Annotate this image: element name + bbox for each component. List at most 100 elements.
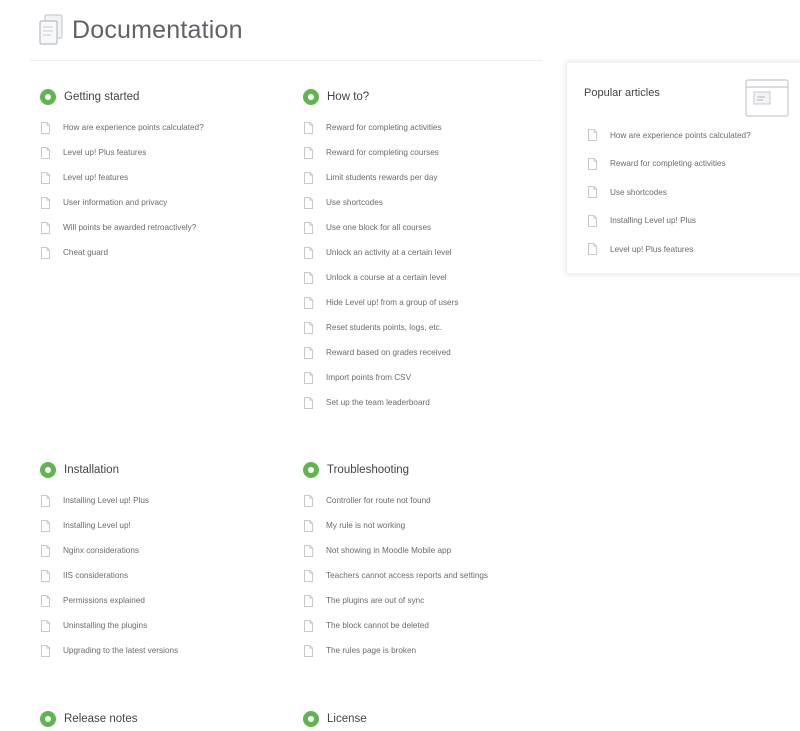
document-icon (304, 519, 314, 532)
document-icon (304, 619, 314, 632)
document-icon (41, 146, 51, 159)
article-link-label: Installing Level up! (63, 521, 131, 530)
getting-started-list: How are experience points calculated? Lev… (40, 115, 204, 265)
article-link[interactable]: Use shortcodes (303, 190, 458, 215)
article-link-label: Hide Level up! from a group of users (326, 298, 459, 307)
article-link[interactable]: Limit students rewards per day (303, 165, 458, 190)
article-link[interactable]: The rules page is broken (303, 638, 488, 663)
article-link[interactable]: Nginx considerations (40, 538, 178, 563)
article-link[interactable]: Use one block for all courses (303, 215, 458, 240)
article-link-label: Upgrading to the latest versions (63, 646, 179, 655)
document-icon (304, 494, 314, 507)
section-badge-icon (303, 462, 319, 478)
page-title: Documentation (72, 15, 243, 44)
article-link[interactable]: Reward for completing activities (303, 115, 458, 140)
article-link[interactable]: The plugins are out of sync (303, 588, 488, 613)
popular-articles-title: Popular articles (584, 87, 660, 99)
section-troubleshooting: Troubleshooting Controller for route not… (303, 460, 488, 663)
document-icon (41, 221, 51, 234)
article-link[interactable]: Use shortcodes (587, 178, 751, 207)
article-link[interactable]: Will points be awarded retroactively? (40, 215, 204, 240)
article-link-label: The block cannot be deleted (326, 621, 429, 630)
document-icon (304, 221, 314, 234)
article-link[interactable]: Set up the team leaderboard (303, 390, 458, 415)
document-icon (304, 644, 314, 657)
article-link-label: Teachers cannot access reports and setti… (326, 571, 489, 580)
article-link-label: Reward for completing activities (326, 123, 442, 132)
article-link[interactable]: Upgrading to the latest versions (40, 638, 178, 663)
article-link[interactable]: Installing Level up! Plus (587, 207, 751, 236)
document-icon (304, 271, 314, 284)
article-link[interactable]: How are experience points calculated? (40, 115, 204, 140)
article-link[interactable]: Hide Level up! from a group of users (303, 290, 458, 315)
article-link-label: Controller for route not found (326, 496, 431, 505)
article-link[interactable]: Permissions explained (40, 588, 178, 613)
article-link[interactable]: Cheat guard (40, 240, 204, 265)
article-link[interactable]: Import points from CSV (303, 365, 458, 390)
document-icon (41, 619, 51, 632)
article-link[interactable]: Unlock a course at a certain level (303, 265, 458, 290)
article-link[interactable]: Installing Level up! (40, 513, 178, 538)
installation-list: Installing Level up! Plus Installing Leve… (40, 488, 178, 663)
article-link-label: Will points be awarded retroactively? (63, 223, 197, 232)
document-icon (304, 396, 314, 409)
article-link[interactable]: Level up! features (40, 165, 204, 190)
section-title-getting-started[interactable]: Getting started (40, 87, 204, 107)
article-link-label: The rules page is broken (326, 646, 417, 655)
document-icon (41, 121, 51, 134)
article-link-label: Reward for completing activities (610, 159, 726, 169)
article-link[interactable]: Teachers cannot access reports and setti… (303, 563, 488, 588)
section-installation: Installation Installing Level up! Plus In… (40, 460, 178, 663)
section-badge-icon (40, 711, 56, 727)
article-link[interactable]: Reward for completing courses (303, 140, 458, 165)
article-link[interactable]: IIS considerations (40, 563, 178, 588)
article-link[interactable]: Level up! Plus features (587, 235, 751, 264)
article-link[interactable]: Uninstalling the plugins (40, 613, 178, 638)
article-link[interactable]: Unlock an activity at a certain level (303, 240, 458, 265)
document-icon (304, 246, 314, 259)
article-link[interactable]: Reward for completing activities (587, 150, 751, 179)
document-icon (588, 129, 598, 142)
section-title-how-to[interactable]: How to? (303, 87, 458, 107)
article-link[interactable]: Controller for route not found (303, 488, 488, 513)
section-title-release-notes[interactable]: Release notes (40, 709, 138, 729)
article-link[interactable]: User information and privacy (40, 190, 204, 215)
article-link-label: My rule is not working (326, 521, 406, 530)
article-link[interactable]: Installing Level up! Plus (40, 488, 178, 513)
popular-articles-panel: Popular articles How are experience poin… (566, 62, 800, 274)
article-link[interactable]: Reset students points, logs, etc. (303, 315, 458, 340)
article-link-label: Set up the team leaderboard (326, 398, 430, 407)
documents-icon (39, 14, 63, 45)
article-link-label: Nginx considerations (63, 546, 140, 555)
article-link-label: User information and privacy (63, 198, 168, 207)
document-icon (304, 321, 314, 334)
article-link-label: Cheat guard (63, 248, 109, 257)
section-title-installation[interactable]: Installation (40, 460, 178, 480)
page-header: Documentation (38, 14, 243, 46)
article-link-label: Reward for completing courses (326, 148, 439, 157)
article-link-label: Use shortcodes (326, 198, 383, 207)
article-link-label: Reset students points, logs, etc. (326, 323, 443, 332)
section-title-troubleshooting[interactable]: Troubleshooting (303, 460, 488, 480)
article-link-label: Import points from CSV (326, 373, 412, 382)
document-icon (41, 246, 51, 259)
article-link-label: Unlock a course at a certain level (326, 273, 447, 282)
section-release-notes: Release notes (40, 709, 138, 729)
document-icon (304, 121, 314, 134)
article-link[interactable]: My rule is not working (303, 513, 488, 538)
article-link[interactable]: The block cannot be deleted (303, 613, 488, 638)
article-link[interactable]: Reward based on grades received (303, 340, 458, 365)
article-link[interactable]: Not showing in Moodle Mobile app (303, 538, 488, 563)
document-icon (41, 519, 51, 532)
document-icon (588, 243, 598, 256)
article-link-label: Installing Level up! Plus (63, 496, 150, 505)
section-license: License (303, 709, 367, 729)
section-badge-icon (303, 711, 319, 727)
document-icon (588, 157, 598, 170)
document-icon (41, 494, 51, 507)
section-title-license[interactable]: License (303, 709, 367, 729)
article-link-label: Level up! Plus features (63, 148, 147, 157)
article-link[interactable]: Level up! Plus features (40, 140, 204, 165)
article-link[interactable]: How are experience points calculated? (587, 121, 751, 150)
section-how-to: How to? Reward for completing activities… (303, 87, 458, 415)
